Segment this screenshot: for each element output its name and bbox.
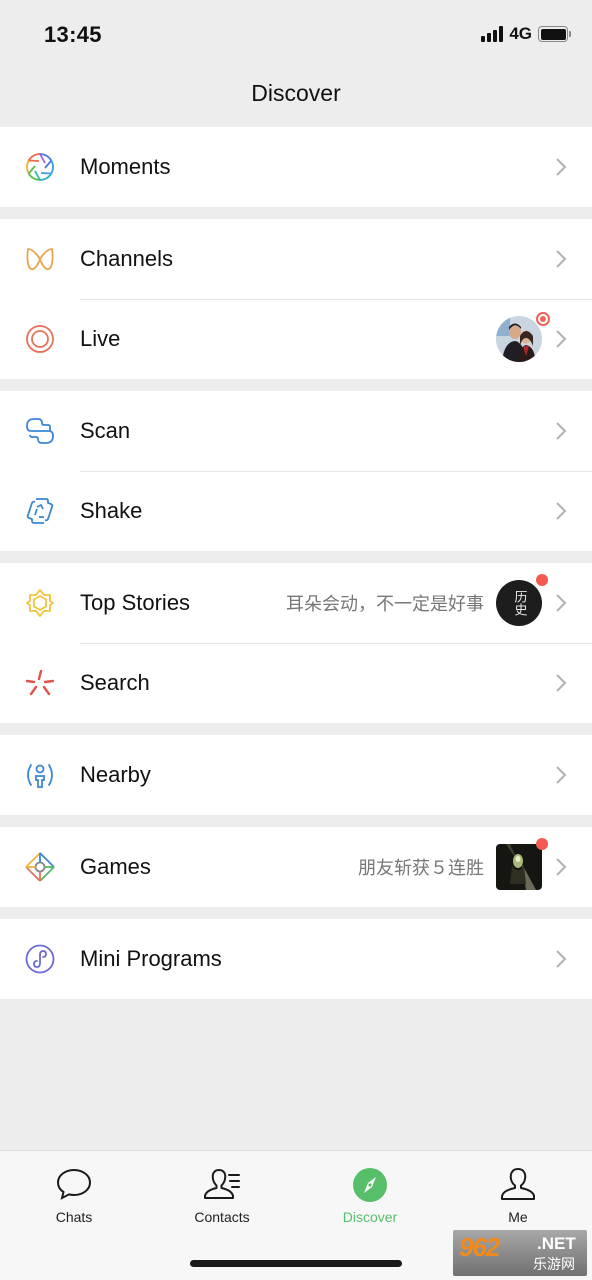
live-host-avatar — [496, 312, 550, 362]
mini-programs-icon — [24, 943, 56, 975]
chat-bubble-icon — [56, 1168, 92, 1200]
menu-item-label: Channels — [80, 246, 173, 271]
menu-item-games[interactable]: Games 朋友斩获５连胜 — [0, 827, 592, 907]
compass-icon — [353, 1168, 387, 1202]
unread-dot — [536, 574, 548, 586]
group-moments: Moments — [0, 127, 592, 207]
menu-item-label: Top Stories — [80, 590, 191, 615]
tab-label: Me — [508, 1209, 528, 1225]
chevron-right-icon — [556, 158, 567, 176]
top-stories-star-icon — [24, 587, 56, 619]
tab-label: Contacts — [194, 1209, 250, 1225]
menu-item-nearby[interactable]: Nearby — [0, 735, 592, 815]
chevron-right-icon — [556, 330, 567, 348]
menu-item-label: Live — [80, 326, 121, 351]
history-channel-avatar: 历史 — [496, 574, 548, 626]
top-stories-headline: 耳朵会动，不一定是好事 — [286, 594, 484, 615]
chevron-right-icon — [556, 950, 567, 968]
menu-item-label: Games — [80, 854, 151, 879]
menu-item-shake[interactable]: Shake — [0, 471, 592, 551]
chevron-right-icon — [556, 674, 567, 692]
chevron-right-icon — [556, 858, 567, 876]
tab-me[interactable]: Me — [458, 1165, 578, 1225]
unread-dot — [536, 838, 548, 850]
live-ring-icon — [24, 323, 56, 355]
status-time: 13:45 — [44, 22, 102, 47]
page-title: Discover — [251, 80, 341, 106]
status-indicators: 4G — [481, 24, 571, 44]
live-indicator-icon — [536, 312, 550, 326]
group-stories-search: Top Stories 耳朵会动，不一定是好事 历史 Search — [0, 563, 592, 723]
tab-label: Chats — [55, 1209, 93, 1225]
tab-chats[interactable]: Chats — [14, 1165, 134, 1225]
menu-item-scan[interactable]: Scan — [0, 391, 592, 471]
tab-contacts[interactable]: Contacts — [162, 1165, 282, 1225]
watermark-domain: .NET — [537, 1234, 576, 1253]
chevron-right-icon — [556, 422, 567, 440]
top-stories-preview: 耳朵会动，不一定是好事 历史 — [286, 574, 548, 626]
moments-aperture-icon — [24, 151, 56, 183]
contacts-icon — [204, 1169, 240, 1199]
channels-butterfly-icon — [24, 243, 56, 275]
nearby-person-icon — [24, 759, 56, 791]
group-games: Games 朋友斩获５连胜 — [0, 827, 592, 907]
menu-item-search[interactable]: Search — [0, 643, 592, 723]
menu-item-label: Shake — [80, 498, 143, 523]
watermark-number: 962 — [459, 1232, 500, 1262]
chevron-right-icon — [556, 250, 567, 268]
discover-list: Moments Channels Live Scan Shake Top Sto… — [0, 127, 592, 1011]
tab-discover[interactable]: Discover — [310, 1165, 430, 1225]
menu-item-label: Nearby — [80, 762, 151, 787]
menu-item-label: Mini Programs — [80, 946, 222, 971]
scan-icon — [24, 415, 56, 447]
group-nearby: Nearby — [0, 735, 592, 815]
status-bar: 13:45 4G — [0, 0, 592, 70]
avatar-text: 历史 — [511, 590, 527, 616]
chevron-right-icon — [556, 766, 567, 784]
battery-icon — [538, 26, 571, 42]
menu-item-live[interactable]: Live — [0, 299, 592, 379]
chevron-right-icon — [556, 502, 567, 520]
menu-item-moments[interactable]: Moments — [0, 127, 592, 207]
menu-item-top-stories[interactable]: Top Stories 耳朵会动，不一定是好事 历史 — [0, 563, 592, 643]
network-type: 4G — [509, 24, 532, 43]
tab-label: Discover — [342, 1209, 398, 1225]
games-activity-text: 朋友斩获５连胜 — [358, 858, 484, 879]
menu-item-mini-programs[interactable]: Mini Programs — [0, 919, 592, 999]
home-indicator[interactable] — [190, 1260, 402, 1267]
watermark-chinese: 乐游网 — [533, 1257, 575, 1273]
group-channels-live: Channels Live — [0, 219, 592, 379]
group-scan-shake: Scan Shake — [0, 391, 592, 551]
menu-item-label: Search — [80, 670, 150, 695]
chevron-right-icon — [556, 594, 567, 612]
group-mini-programs: Mini Programs — [0, 919, 592, 999]
game-thumbnail — [496, 838, 548, 890]
shake-icon — [24, 495, 56, 527]
menu-item-channels[interactable]: Channels — [0, 219, 592, 299]
search-sparkle-icon — [24, 667, 56, 699]
menu-item-label: Moments — [80, 154, 171, 179]
watermark-logo: 962 .NET 乐游网 — [453, 1230, 587, 1276]
person-icon — [501, 1168, 535, 1200]
games-diamond-icon — [24, 851, 56, 883]
signal-strength-icon — [481, 26, 504, 42]
menu-item-label: Scan — [80, 418, 131, 443]
live-preview — [496, 312, 550, 362]
games-preview: 朋友斩获５连胜 — [358, 838, 548, 890]
